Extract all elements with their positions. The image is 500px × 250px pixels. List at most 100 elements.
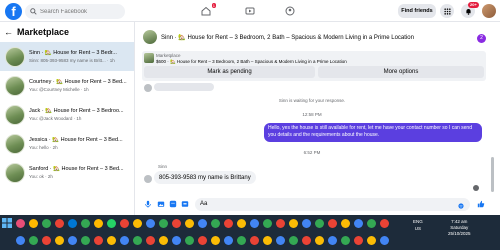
app-icon[interactable] <box>328 219 337 228</box>
chat-count-badge[interactable]: 2 <box>477 34 486 43</box>
app-icon[interactable] <box>237 236 246 245</box>
app-icon[interactable] <box>380 236 389 245</box>
app-icon[interactable] <box>198 236 207 245</box>
app-icon[interactable] <box>315 219 324 228</box>
app-icon[interactable] <box>16 236 25 245</box>
home-nav-button[interactable]: 1 <box>201 3 216 16</box>
app-icon[interactable] <box>367 219 376 228</box>
thumbs-up-icon[interactable] <box>477 200 485 208</box>
app-icon[interactable] <box>380 219 389 228</box>
app-icon[interactable] <box>81 219 90 228</box>
app-icon[interactable] <box>367 236 376 245</box>
chat-scrollbar[interactable] <box>491 82 494 197</box>
search-box[interactable] <box>25 4 125 19</box>
app-icon[interactable] <box>341 219 350 228</box>
sent-message-bubble[interactable]: Hello, yes the house is still available … <box>264 123 482 142</box>
app-icon[interactable] <box>29 236 38 245</box>
search-input[interactable] <box>40 8 120 15</box>
app-icon[interactable] <box>224 236 233 245</box>
back-arrow-icon[interactable]: ← <box>4 27 13 37</box>
emoji-icon[interactable] <box>458 203 464 209</box>
app-icon[interactable] <box>328 236 337 245</box>
app-icon[interactable] <box>211 236 220 245</box>
listing-title[interactable]: $600 · 🏡 House for Rent – 3 Bedroom, 2 B… <box>156 59 347 65</box>
app-icon[interactable] <box>341 236 350 245</box>
groups-nav-button[interactable] <box>285 6 295 16</box>
scroll-down-icon[interactable] <box>473 185 479 191</box>
app-icon[interactable] <box>250 236 259 245</box>
windows-start-icon[interactable] <box>2 218 12 228</box>
app-icon[interactable] <box>146 219 155 228</box>
app-icon[interactable] <box>68 219 77 228</box>
message-bubble[interactable] <box>154 83 214 91</box>
facebook-logo[interactable]: f <box>5 3 22 20</box>
sticker-icon[interactable] <box>169 200 177 208</box>
conversation-item[interactable]: Jessica · 🏡 House for Rent – 3 Bed... Yo… <box>0 129 134 158</box>
app-icon[interactable] <box>133 236 142 245</box>
system-clock[interactable]: 7:42 am Saturday 25/10/2025 <box>448 219 471 237</box>
app-icon[interactable] <box>250 219 259 228</box>
app-icon[interactable] <box>159 236 168 245</box>
app-icon[interactable] <box>211 219 220 228</box>
app-icon[interactable] <box>185 236 194 245</box>
app-icon[interactable] <box>172 236 181 245</box>
app-icon[interactable] <box>146 236 155 245</box>
app-icon[interactable] <box>354 236 363 245</box>
more-options-button[interactable]: More options <box>318 66 484 78</box>
app-icon[interactable] <box>302 219 311 228</box>
app-icon[interactable] <box>159 219 168 228</box>
video-nav-button[interactable] <box>245 6 255 16</box>
received-message-bubble[interactable]: 805-393-9583 my name is Brittany <box>154 171 256 184</box>
app-icon[interactable] <box>276 236 285 245</box>
app-icon[interactable] <box>185 219 194 228</box>
conversation-item[interactable]: Sinn · 🏡 House for Rent – 3 Bedr... Sinn… <box>0 42 134 71</box>
conversation-item[interactable]: Sanford · 🏡 House for Rent – 3 Bed... Yo… <box>0 158 134 187</box>
app-icon[interactable] <box>16 219 25 228</box>
chat-listing-thumbnail[interactable] <box>143 30 157 44</box>
app-icon[interactable] <box>354 219 363 228</box>
listing-image[interactable] <box>144 53 154 63</box>
profile-avatar[interactable] <box>482 4 496 18</box>
sidebar-title: Marketplace <box>17 27 70 37</box>
app-icon[interactable] <box>198 219 207 228</box>
app-icon[interactable] <box>172 219 181 228</box>
taskbar-apps-row <box>16 236 389 245</box>
app-icon[interactable] <box>237 219 246 228</box>
photo-icon[interactable] <box>157 200 165 208</box>
app-icon[interactable] <box>263 236 272 245</box>
app-icon[interactable] <box>94 219 103 228</box>
app-icon[interactable] <box>81 236 90 245</box>
mark-as-pending-button[interactable]: Mark as pending <box>144 66 315 78</box>
app-icon[interactable] <box>55 219 64 228</box>
app-icon[interactable] <box>107 236 116 245</box>
app-icon[interactable] <box>263 219 272 228</box>
app-icon[interactable] <box>42 236 51 245</box>
gif-icon[interactable] <box>181 200 189 208</box>
scroll-thumb[interactable] <box>491 157 494 192</box>
app-icon[interactable] <box>302 236 311 245</box>
microphone-icon[interactable] <box>144 200 152 208</box>
notifications-button[interactable]: 20+ <box>461 2 479 18</box>
app-icon[interactable] <box>276 219 285 228</box>
app-icon[interactable] <box>133 219 142 228</box>
conversation-item[interactable]: Jack · 🏡 House for Rent – 3 Bedroo... Yo… <box>0 100 134 129</box>
language-indicator[interactable]: ENG US <box>413 219 423 231</box>
find-friends-button[interactable]: Find friends <box>398 4 436 18</box>
app-icon[interactable] <box>120 219 129 228</box>
app-icon[interactable] <box>224 219 233 228</box>
app-icon[interactable] <box>289 219 298 228</box>
app-icon[interactable] <box>29 219 38 228</box>
app-icon[interactable] <box>289 236 298 245</box>
conversation-item[interactable]: Courtney · 🏡 House for Rent – 3 Bed... Y… <box>0 71 134 100</box>
message-input[interactable]: Aa <box>195 198 470 211</box>
app-icon[interactable] <box>55 236 64 245</box>
notification-count-badge: 20+ <box>468 2 479 8</box>
app-icon[interactable] <box>42 219 51 228</box>
app-icon[interactable] <box>94 236 103 245</box>
app-icon[interactable] <box>315 236 324 245</box>
app-icon[interactable] <box>120 236 129 245</box>
menu-button[interactable] <box>440 4 454 18</box>
app-icon[interactable] <box>107 219 116 228</box>
chat-title[interactable]: Sinn · 🏡 House for Rent – 3 Bedroom, 2 B… <box>161 34 414 41</box>
app-icon[interactable] <box>68 236 77 245</box>
